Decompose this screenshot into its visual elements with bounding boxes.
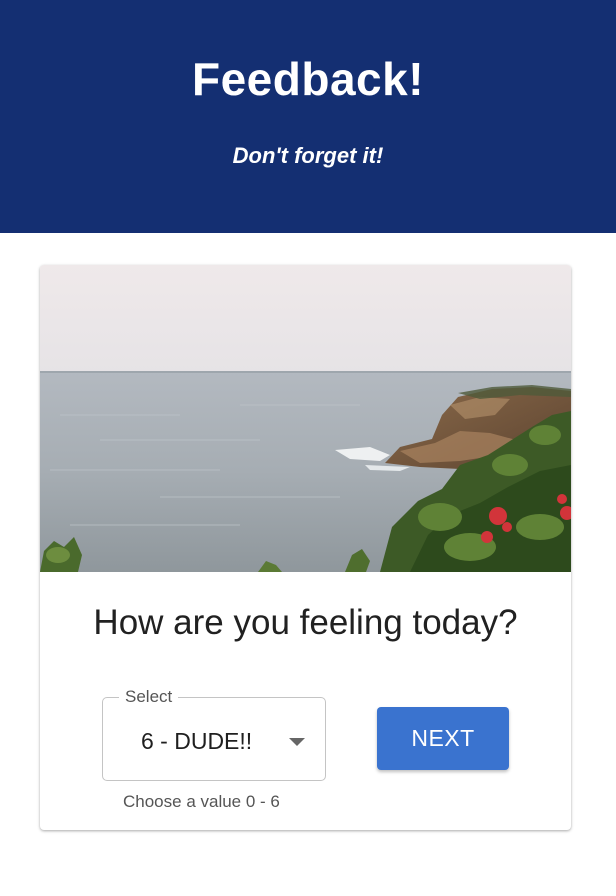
feeling-question: How are you feeling today? [93,603,518,642]
page-title: Feedback! [191,53,425,105]
coastline-image [40,265,571,572]
next-button[interactable]: NEXT [377,707,509,770]
page-subtitle: Don't forget it! [232,143,384,168]
select-helper-text: Choose a value 0 - 6 [123,792,280,811]
dropdown-arrow-icon[interactable] [289,738,305,746]
app-header: Feedback! Don't forget it! [0,0,616,233]
feedback-card: How are you feeling today? Select 6 - DU… [40,265,571,830]
select-value: 6 - DUDE!! [141,728,253,754]
mood-select[interactable]: Select 6 - DUDE!! [102,687,326,781]
select-label: Select [119,687,179,707]
